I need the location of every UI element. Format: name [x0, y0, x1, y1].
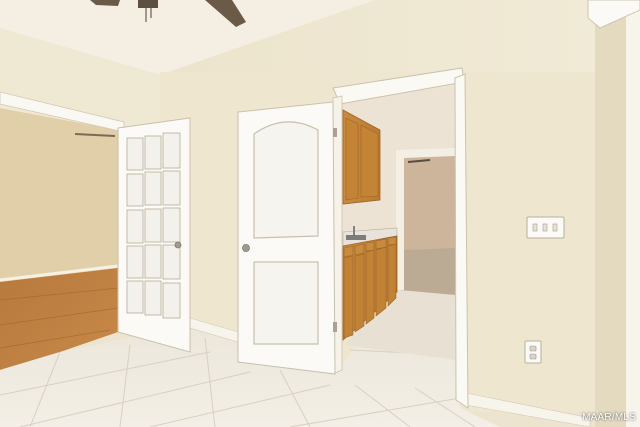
watermark: MAAR/MLS [582, 412, 636, 423]
french-door-knob [174, 241, 182, 249]
electrical-outlet [524, 340, 542, 364]
light-switch-toggle-3 [552, 223, 558, 232]
french-door-glass-panes [126, 132, 181, 319]
room-scene [0, 0, 640, 427]
sink [346, 235, 366, 240]
upper-cabinet-door-1 [345, 117, 359, 201]
upper-cabinet-door-2 [360, 124, 379, 198]
outlet-socket-bottom [529, 353, 537, 360]
light-switch-toggle-2 [542, 223, 548, 232]
interior-photo: MAAR/MLS [0, 0, 640, 427]
panel-door-lower-panel [253, 261, 319, 345]
panel-door-hinge-bottom [333, 322, 337, 332]
panel-door-hinge-top [333, 128, 337, 137]
ceiling-fan-hub [138, 0, 158, 8]
outlet-socket-top [529, 345, 537, 352]
far-room-floor [404, 248, 455, 295]
light-switch-toggle-1 [532, 223, 538, 232]
right-wall-trim [626, 10, 640, 427]
left-room-wall [0, 108, 118, 282]
panel-door-knob [242, 244, 250, 252]
panel-door-upper-panel [253, 121, 319, 239]
